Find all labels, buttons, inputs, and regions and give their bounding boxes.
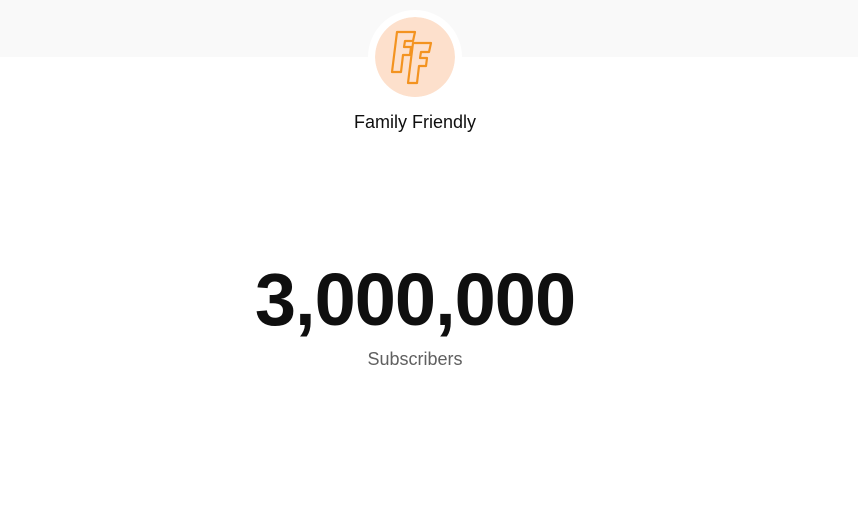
- subscriber-count-page: Family Friendly 3,000,000 Subscribers: [0, 0, 858, 520]
- avatar-ring: [368, 10, 462, 104]
- subscriber-stats: 3,000,000 Subscribers: [0, 258, 830, 370]
- subscriber-label: Subscribers: [367, 349, 463, 369]
- ff-logo-icon: [375, 17, 455, 97]
- channel-name[interactable]: Family Friendly: [0, 111, 830, 133]
- subscriber-count: 3,000,000: [254, 258, 576, 341]
- channel-avatar[interactable]: [375, 17, 455, 97]
